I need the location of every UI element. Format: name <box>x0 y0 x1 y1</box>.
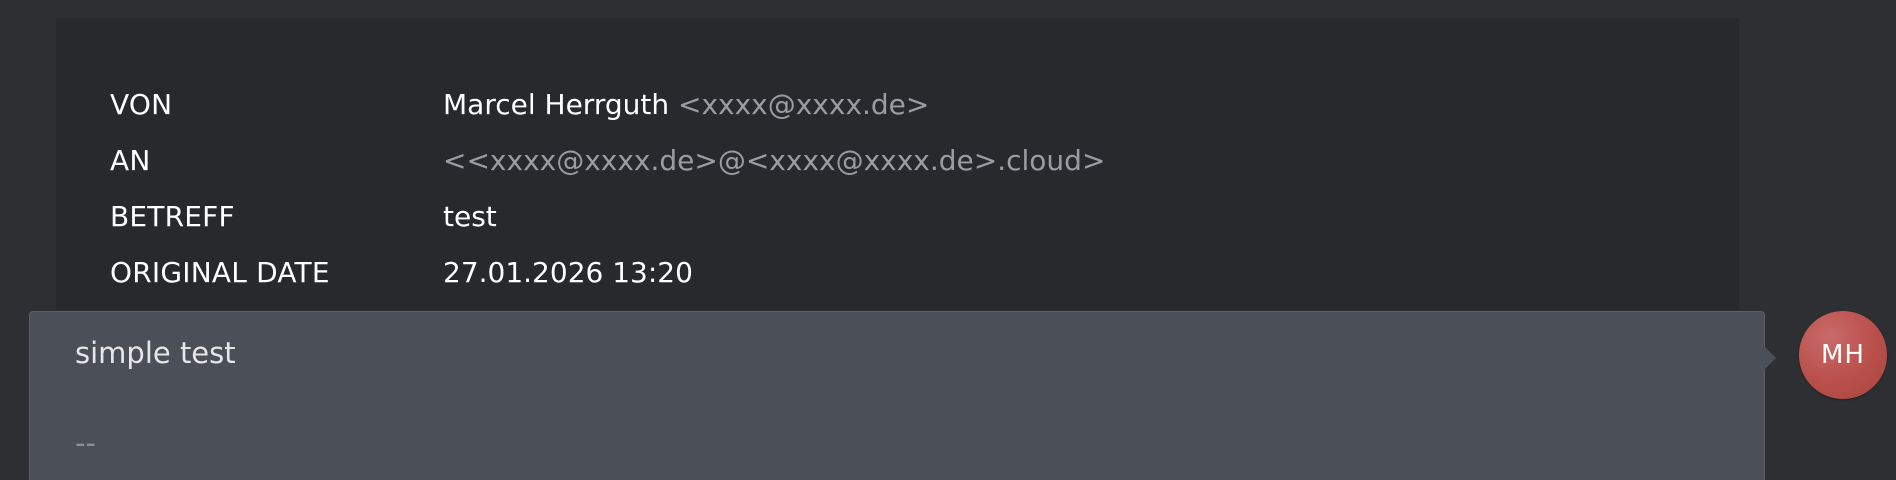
from-value: Marcel Herrguth <xxxx@xxxx.de> <box>443 88 929 121</box>
metadata-row-subject: BETREFF test <box>110 196 497 236</box>
message-body: simple test <box>75 336 236 370</box>
to-label: AN <box>110 143 151 177</box>
metadata-row-to: AN <<xxxx@xxxx.de>@<xxxx@xxxx.de>.cloud> <box>110 140 1105 180</box>
metadata-row-from: VON Marcel Herrguth <xxxx@xxxx.de> <box>110 84 929 124</box>
ticket-article-view: VON Marcel Herrguth <xxxx@xxxx.de> AN <<… <box>0 0 1896 480</box>
from-name[interactable]: Marcel Herrguth <box>443 88 669 121</box>
article-metadata-panel: VON Marcel Herrguth <xxxx@xxxx.de> AN <<… <box>56 18 1739 310</box>
from-email[interactable]: <xxxx@xxxx.de> <box>678 88 929 121</box>
subject-label: BETREFF <box>110 199 235 233</box>
message-bubble: simple test -- <box>29 311 1776 480</box>
subject-value: test <box>443 199 497 233</box>
original-date-value: 27.01.2026 13:20 <box>443 255 693 289</box>
sender-avatar[interactable]: MH <box>1799 311 1887 399</box>
to-value[interactable]: <<xxxx@xxxx.de>@<xxxx@xxxx.de>.cloud> <box>443 144 1105 177</box>
metadata-row-original-date: ORIGINAL DATE 27.01.2026 13:20 <box>110 252 693 292</box>
from-label: VON <box>110 87 173 121</box>
signature-separator: -- <box>75 426 96 460</box>
original-date-label: ORIGINAL DATE <box>110 255 330 289</box>
avatar-initials: MH <box>1821 340 1865 370</box>
